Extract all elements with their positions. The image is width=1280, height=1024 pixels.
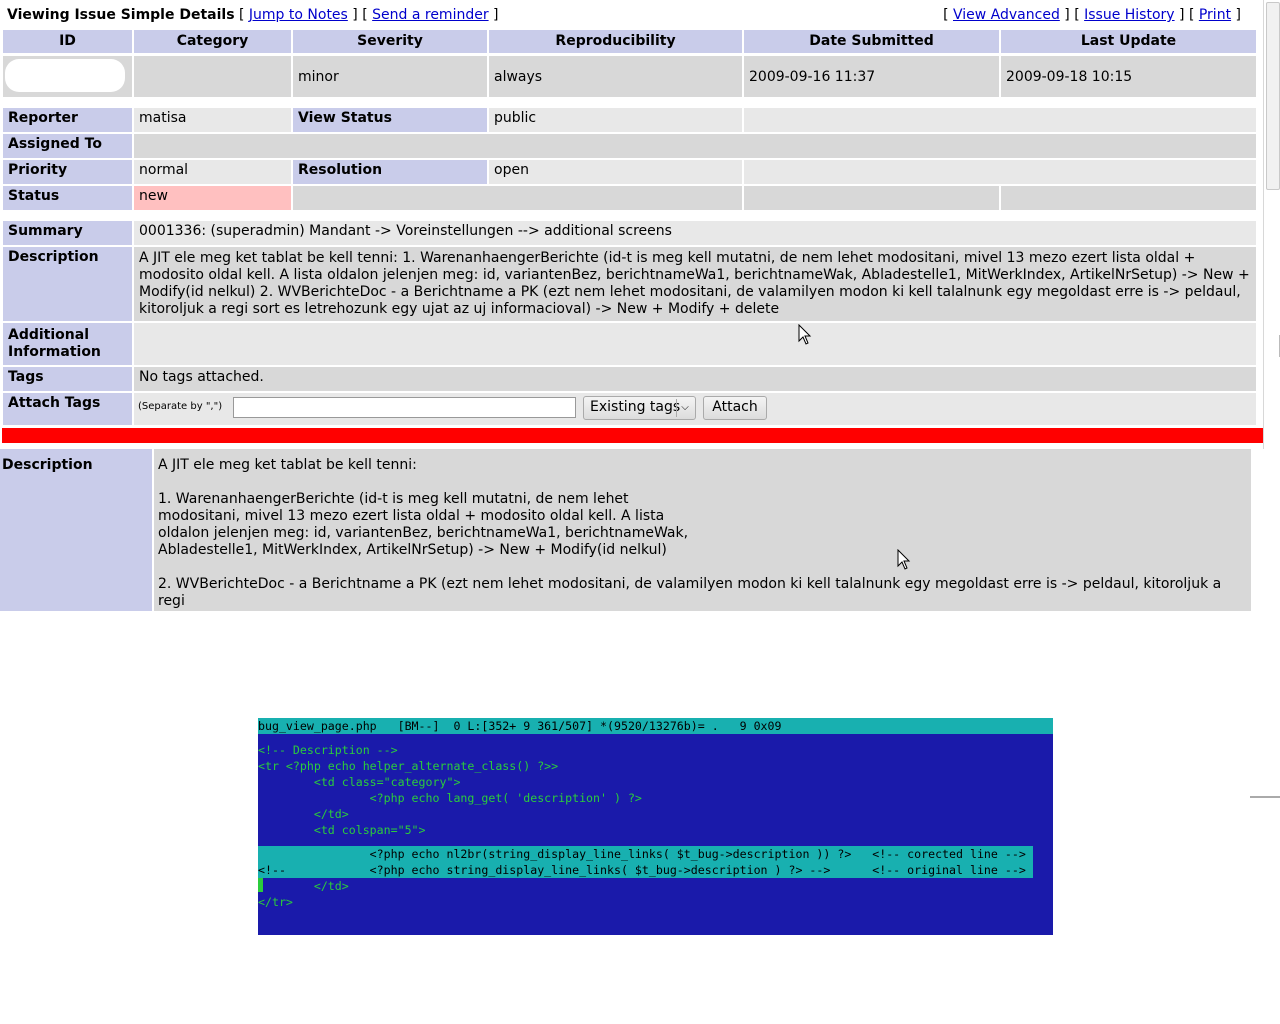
status-badge: new bbox=[134, 186, 291, 210]
fixed-description-label: Description bbox=[0, 449, 152, 611]
assigned-to-label: Assigned To bbox=[3, 134, 132, 158]
last-update-value: 2009-09-18 10:15 bbox=[1001, 56, 1256, 97]
col-reproducibility: Reproducibility bbox=[489, 30, 742, 53]
tags-value: No tags attached. bbox=[134, 367, 1256, 391]
attach-tags-label: Attach Tags bbox=[3, 393, 132, 425]
reporter-value: matisa bbox=[134, 108, 291, 132]
page-title: Viewing Issue Simple Details bbox=[7, 7, 235, 23]
attach-button[interactable]: Attach bbox=[703, 396, 767, 420]
code-line: </td> bbox=[258, 879, 349, 893]
text-cursor bbox=[258, 878, 263, 892]
code-line: <?php echo lang_get( 'description' ) ?> bbox=[258, 791, 642, 805]
code-line: <td colspan="5"> bbox=[258, 823, 426, 837]
description-value: A JIT ele meg ket tablat be kell tenni: … bbox=[134, 247, 1256, 321]
existing-tags-select[interactable]: Existing tags ⌵ bbox=[583, 396, 696, 420]
scrollbar-thumb[interactable] bbox=[1266, 2, 1280, 190]
priority-value: normal bbox=[134, 160, 291, 184]
empty-cell bbox=[744, 186, 999, 210]
code-line-highlighted: <?php echo nl2br(string_display_line_lin… bbox=[258, 846, 1033, 862]
resolution-label: Resolution bbox=[293, 160, 487, 184]
empty-cell bbox=[293, 186, 742, 210]
summary-value: 0001336: (superadmin) Mandant -> Voreins… bbox=[134, 221, 1256, 245]
code-line: <td class="category"> bbox=[258, 775, 461, 789]
col-last-update: Last Update bbox=[1001, 30, 1256, 53]
fixed-description-value: A JIT ele meg ket tablat be kell tenni: … bbox=[154, 449, 1251, 611]
category-value bbox=[134, 56, 291, 97]
reproducibility-value: always bbox=[489, 56, 742, 97]
print-link[interactable]: Print bbox=[1199, 7, 1231, 23]
view-status-label: View Status bbox=[293, 108, 487, 132]
col-id: ID bbox=[3, 30, 132, 53]
issue-heading-bar: Viewing Issue Simple Details [ Jump to N… bbox=[7, 7, 499, 23]
view-status-value: public bbox=[489, 108, 742, 132]
empty-cell bbox=[1001, 186, 1256, 210]
tag-input[interactable] bbox=[233, 397, 576, 418]
view-links: [ View Advanced ] [ Issue History ] [ Pr… bbox=[943, 7, 1241, 23]
issue-history-link[interactable]: Issue History bbox=[1084, 7, 1174, 23]
issue-values-row: minor always 2009-09-16 11:37 2009-09-18… bbox=[0, 56, 1263, 97]
tags-label: Tags bbox=[3, 367, 132, 391]
attach-tags-row: (Separate by ",") Existing tags ⌵ Attach bbox=[134, 393, 1256, 425]
redacted-id bbox=[5, 59, 125, 92]
col-date-submitted: Date Submitted bbox=[744, 30, 999, 53]
code-line: </td> bbox=[258, 807, 349, 821]
reporter-label: Reporter bbox=[3, 108, 132, 132]
chevron-down-icon: ⌵ bbox=[676, 399, 693, 417]
code-line: <tr <?php echo helper_alternate_class() … bbox=[258, 759, 559, 773]
separate-hint: (Separate by ",") bbox=[138, 401, 223, 412]
additional-info-label: Additional Information bbox=[3, 323, 132, 365]
view-advanced-link[interactable]: View Advanced bbox=[953, 7, 1060, 23]
code-line-highlighted: <!-- <?php echo string_display_line_link… bbox=[258, 862, 1033, 878]
col-category: Category bbox=[134, 30, 291, 53]
resolution-value: open bbox=[489, 160, 742, 184]
issue-id-cell bbox=[3, 56, 132, 97]
additional-info-value bbox=[134, 323, 1256, 365]
summary-label: Summary bbox=[3, 221, 132, 245]
severity-value: minor bbox=[293, 56, 487, 97]
editor-status-line: bug_view_page.php [BM--] 0 L:[352+ 9 361… bbox=[258, 718, 1053, 734]
mouse-pointer-icon bbox=[897, 549, 911, 570]
assigned-to-value bbox=[134, 134, 1256, 158]
existing-tags-label: Existing tags bbox=[590, 399, 681, 415]
status-label: Status bbox=[3, 186, 132, 210]
fixed-description-panel: Description A JIT ele meg ket tablat be … bbox=[0, 449, 1280, 611]
issue-view-panel: Viewing Issue Simple Details [ Jump to N… bbox=[0, 0, 1263, 444]
date-submitted-value: 2009-09-16 11:37 bbox=[744, 56, 999, 97]
mouse-pointer-icon bbox=[798, 324, 812, 345]
column-header-row: ID Category Severity Reproducibility Dat… bbox=[0, 30, 1263, 54]
description-label: Description bbox=[3, 247, 132, 321]
send-reminder-link[interactable]: Send a reminder bbox=[372, 7, 488, 23]
code-line: <!-- Description --> bbox=[258, 743, 398, 757]
empty-cell bbox=[744, 108, 1256, 132]
terminal-editor: bug_view_page.php [BM--] 0 L:[352+ 9 361… bbox=[258, 718, 1053, 935]
col-severity: Severity bbox=[293, 30, 487, 53]
code-line: </tr> bbox=[258, 895, 293, 909]
priority-label: Priority bbox=[3, 160, 132, 184]
empty-cell bbox=[744, 160, 1256, 184]
jump-to-notes-link[interactable]: Jump to Notes bbox=[249, 7, 348, 23]
highlight-separator-bar bbox=[2, 428, 1263, 443]
